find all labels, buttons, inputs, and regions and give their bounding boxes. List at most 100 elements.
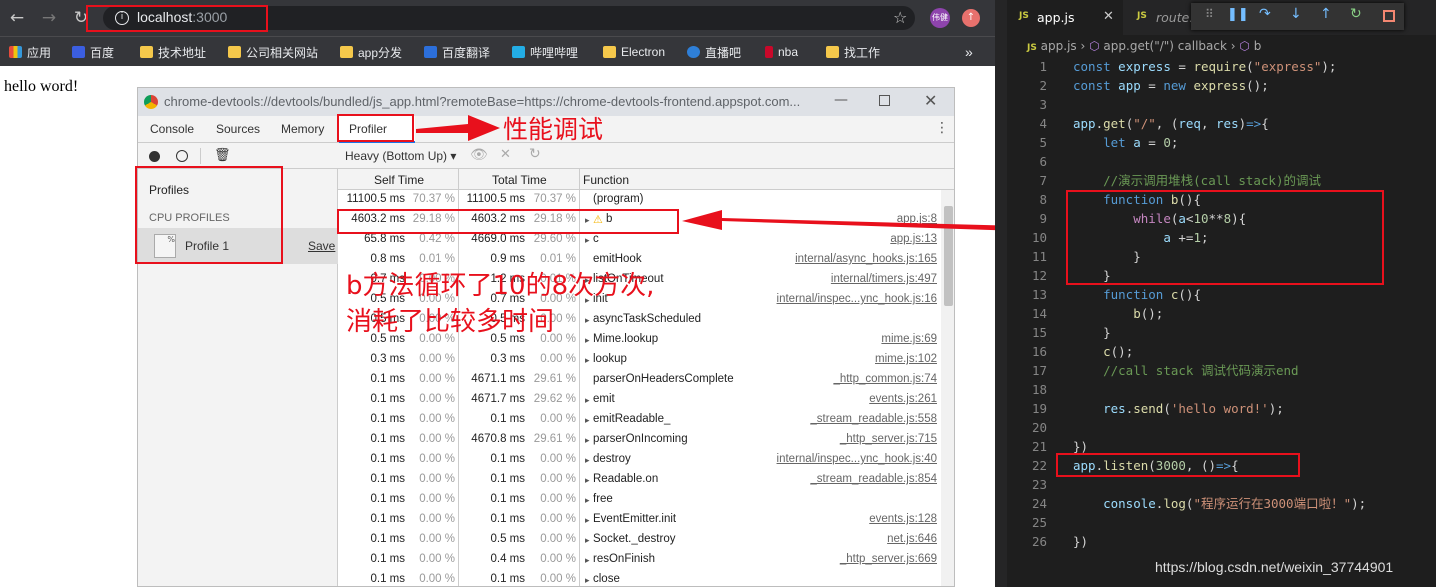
restore-icon[interactable]: ↻ (529, 146, 541, 162)
cell-self-pct: 70.37 % (412, 193, 455, 205)
cell-self-pct: 0.01 % (419, 253, 455, 265)
expand-icon[interactable]: ▸ (585, 395, 590, 406)
bookmark-jobs[interactable]: 找工作 (826, 43, 880, 61)
pause-icon[interactable]: ❚❚ (1227, 7, 1249, 22)
table-row[interactable]: 0.1 ms 0.00 % 0.1 ms 0.00 % ▸ free (338, 490, 941, 510)
table-row[interactable]: 0.1 ms 0.00 % 0.5 ms 0.00 % ▸ Socket._destroy… (338, 530, 941, 550)
table-row[interactable]: 0.1 ms 0.00 % 0.4 ms 0.00 % ▸ resOnFinish _htt… (338, 550, 941, 570)
bookmark-translate[interactable]: 百度翻译 (424, 43, 490, 61)
clear-icon[interactable] (176, 150, 188, 162)
forward-icon[interactable]: → (38, 7, 60, 29)
save-link[interactable]: Save (308, 239, 335, 253)
source-link[interactable]: internal/inspec...ync_hook.js:16 (777, 293, 937, 305)
table-row[interactable]: 0.1 ms 0.00 % 4670.8 ms 29.61 % ▸ parserOnInc… (338, 430, 941, 450)
back-icon[interactable]: ← (6, 7, 28, 29)
view-mode-select[interactable]: Heavy (Bottom Up) ▾ (345, 149, 456, 163)
tab-memory[interactable]: Memory (281, 122, 324, 136)
bookmark-baidu[interactable]: 百度 (72, 43, 114, 61)
bookmark-app-dist[interactable]: app分发 (340, 43, 402, 61)
source-link[interactable]: app.js:13 (890, 233, 937, 245)
restart-icon[interactable]: ↻ (1350, 6, 1362, 22)
maximize-icon[interactable] (879, 95, 890, 106)
expand-icon[interactable]: ▸ (585, 535, 590, 546)
source-link[interactable]: net.js:646 (887, 533, 937, 545)
cell-total-pct: 0.00 % (540, 353, 576, 365)
tab-app-js[interactable]: JS app.js ✕ (1007, 0, 1123, 35)
source-link[interactable]: internal/async_hooks.js:165 (795, 253, 937, 265)
table-row[interactable]: 0.3 ms 0.00 % 0.3 ms 0.00 % ▸ lookup mime.js:1… (338, 350, 941, 370)
table-row[interactable]: 0.1 ms 0.00 % 0.1 ms 0.00 % ▸ Readable.on _str… (338, 470, 941, 490)
stop-icon[interactable] (1383, 10, 1395, 22)
expand-icon[interactable]: ▸ (585, 575, 590, 586)
eye-icon[interactable]: 👁 (470, 147, 488, 163)
step-over-icon[interactable]: ↷ (1259, 6, 1271, 22)
step-into-icon[interactable]: ↓ (1290, 6, 1302, 22)
expand-icon[interactable]: ▸ (585, 515, 590, 526)
bookmark-electron[interactable]: Electron (603, 43, 665, 61)
source-link[interactable]: mime.js:69 (881, 333, 937, 345)
table-row[interactable]: 0.1 ms 0.00 % 0.1 ms 0.00 % ▸ emitReadable_ _s… (338, 410, 941, 430)
more-icon[interactable]: ⋮ (935, 120, 949, 136)
bookmark-nba[interactable]: nba (765, 43, 798, 61)
source-link[interactable]: _http_common.js:74 (833, 373, 937, 385)
col-total-time[interactable]: Total Time (492, 173, 547, 187)
source-link[interactable]: app.js:8 (897, 213, 937, 225)
table-row[interactable]: 0.1 ms 0.00 % 0.1 ms 0.00 % ▸ destroy internal… (338, 450, 941, 470)
minimize-icon[interactable]: — (834, 92, 848, 108)
apps-icon (9, 46, 22, 58)
expand-icon[interactable]: ▸ (585, 475, 590, 486)
record-icon[interactable] (149, 151, 160, 162)
bookmark-apps[interactable]: 应用 (9, 43, 51, 61)
close-tab-icon[interactable]: ✕ (1103, 9, 1114, 24)
cell-self: 65.8 ms (364, 233, 405, 245)
code-line: 13 function c(){ (1031, 287, 1201, 302)
tab-sources[interactable]: Sources (216, 122, 260, 136)
table-row[interactable]: 0.1 ms 0.00 % 4671.7 ms 29.62 % ▸ emit events.… (338, 390, 941, 410)
breadcrumb-b[interactable]: b (1254, 39, 1262, 53)
step-out-icon[interactable]: ↑ (1320, 6, 1332, 22)
source-link[interactable]: events.js:261 (869, 393, 937, 405)
cell-self: 0.1 ms (370, 513, 405, 525)
col-function[interactable]: Function (583, 173, 629, 187)
expand-icon[interactable]: ▸ (585, 355, 590, 366)
star-icon[interactable]: ☆ (893, 8, 907, 27)
bookmark-tech[interactable]: 技术地址 (140, 43, 206, 61)
source-link[interactable]: events.js:128 (869, 513, 937, 525)
source-link[interactable]: _stream_readable.js:558 (810, 413, 937, 425)
bookmark-company[interactable]: 公司相关网站 (228, 43, 318, 61)
cell-self: 0.1 ms (370, 453, 405, 465)
source-link[interactable]: internal/timers.js:497 (831, 273, 937, 285)
avatar[interactable]: 伟健 (930, 8, 950, 28)
table-row[interactable]: 0.1 ms 0.00 % 4671.1 ms 29.61 % parserOnHead… (338, 370, 941, 390)
table-row[interactable]: 11100.5 ms 70.37 % 11100.5 ms 70.37 % (progr… (338, 190, 941, 210)
source-link[interactable]: mime.js:102 (875, 353, 937, 365)
breadcrumb-callback[interactable]: app.get("/") callback (1103, 39, 1227, 53)
cell-self-pct: 0.00 % (419, 573, 455, 585)
scrollbar-thumb[interactable] (944, 206, 953, 306)
exclude-icon[interactable]: ✕ (500, 147, 511, 162)
trash-icon[interactable]: 🗑 (214, 148, 231, 163)
table-row[interactable]: 0.8 ms 0.01 % 0.9 ms 0.01 % emitHook internal… (338, 250, 941, 270)
bookmarks-more[interactable]: » (965, 43, 973, 61)
expand-icon[interactable]: ▸ (585, 455, 590, 466)
close-icon[interactable]: ✕ (924, 91, 937, 110)
update-icon[interactable]: ↑ (962, 9, 980, 27)
expand-icon[interactable]: ▸ (585, 415, 590, 426)
source-link[interactable]: _http_server.js:715 (840, 433, 937, 445)
table-row[interactable]: 0.1 ms 0.00 % 0.1 ms 0.00 % ▸ EventEmitter.in… (338, 510, 941, 530)
table-row[interactable]: 0.1 ms 0.00 % 0.1 ms 0.00 % ▸ close (338, 570, 941, 586)
tab-console[interactable]: Console (150, 122, 194, 136)
bookmark-bilibili[interactable]: 哔哩哔哩 (512, 43, 578, 61)
scrollbar[interactable] (941, 190, 954, 586)
expand-icon[interactable]: ▸ (585, 235, 590, 246)
col-self-time[interactable]: Self Time (374, 173, 424, 187)
expand-icon[interactable]: ▸ (585, 555, 590, 566)
source-link[interactable]: _stream_readable.js:854 (810, 473, 937, 485)
breadcrumb-file[interactable]: app.js (1041, 39, 1077, 53)
bookmark-zhibo8[interactable]: 直播吧 (687, 43, 741, 61)
expand-icon[interactable]: ▸ (585, 435, 590, 446)
source-link[interactable]: _http_server.js:669 (840, 553, 937, 565)
source-link[interactable]: internal/inspec...ync_hook.js:40 (777, 453, 937, 465)
drag-handle-icon[interactable]: ⠿ (1205, 7, 1214, 21)
expand-icon[interactable]: ▸ (585, 495, 590, 506)
